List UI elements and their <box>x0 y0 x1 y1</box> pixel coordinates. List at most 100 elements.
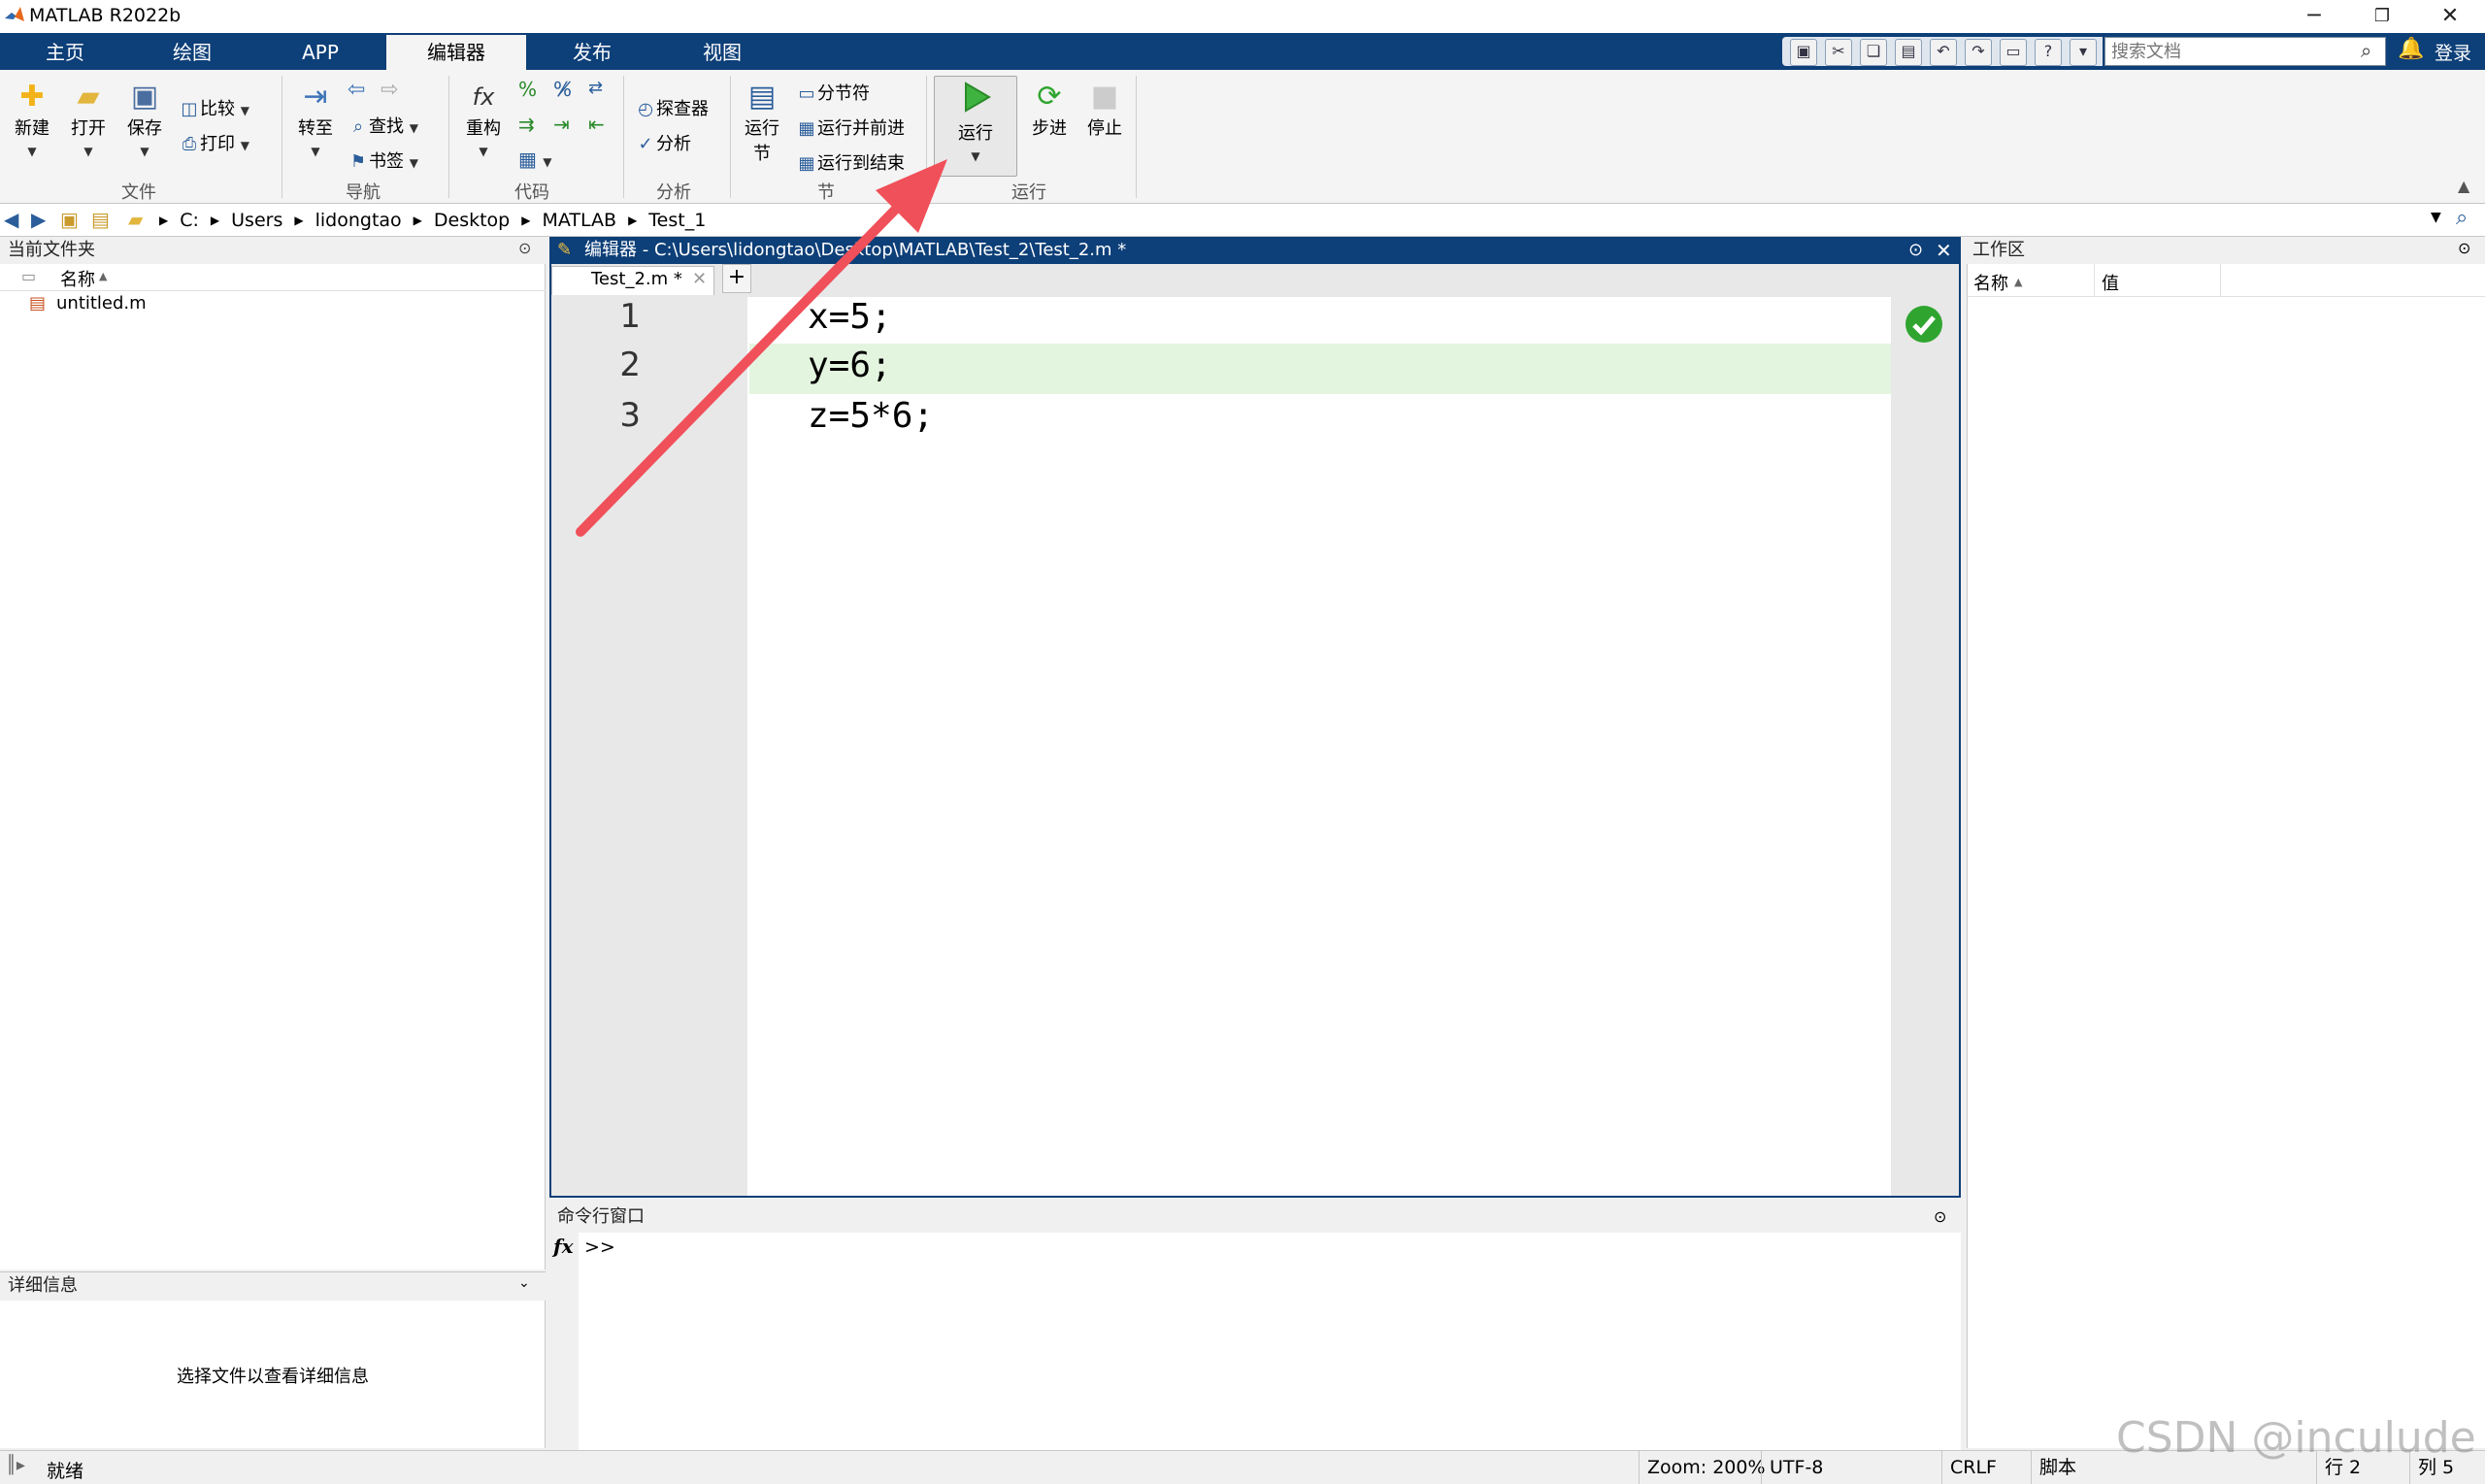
breadcrumb-drive[interactable]: C: <box>180 210 199 231</box>
step-button[interactable]: ⟳ 步进 <box>1023 80 1076 140</box>
redo-icon[interactable]: ↷ <box>1965 39 1992 66</box>
refactor-button[interactable]: fx 重构 ▼ <box>456 80 511 160</box>
watermark: CSDN @inculude <box>2116 1413 2476 1463</box>
panel-menu-icon[interactable]: ⊙ <box>518 239 531 257</box>
list-item[interactable]: ▤ untitled.m <box>0 291 546 318</box>
command-menu-icon[interactable]: ⊙ <box>1934 1207 1946 1226</box>
title-bar: MATLAB R2022b ─ ❐ ✕ <box>0 0 2485 33</box>
find-button[interactable]: ⌕ 查找 ▼ <box>348 113 418 138</box>
tab-plots[interactable]: 绘图 <box>136 33 248 70</box>
column-divider <box>2094 264 2095 297</box>
search-icon[interactable]: ⌕ <box>2361 39 2371 62</box>
restore-button[interactable]: ❐ <box>2353 0 2411 33</box>
forward-icon[interactable]: ▶ <box>31 208 46 231</box>
login-link[interactable]: 登录 <box>2435 39 2471 65</box>
command-window[interactable]: fx >> <box>549 1233 1961 1450</box>
undo-icon[interactable]: ↶ <box>1930 39 1957 66</box>
address-search-icon[interactable]: ⌕ <box>2456 206 2468 230</box>
bookmark-icon: ⚑ <box>349 151 367 172</box>
tab-apps[interactable]: APP <box>264 33 377 70</box>
options-icon[interactable]: ▾ <box>2070 39 2097 66</box>
command-window-header: 命令行窗口 <box>549 1204 1961 1233</box>
current-folder-header: 当前文件夹 <box>0 237 546 264</box>
run-play-icon <box>965 82 991 113</box>
address-bar: ◀ ▶ ▣ ▤ ▰ ▶ C: ▶ Users ▶ lidongtao ▶ Deskto… <box>0 204 2485 237</box>
message-bar <box>1891 297 1959 1196</box>
section-break-button[interactable]: ▭ 分节符 <box>796 80 870 105</box>
paste-icon[interactable]: ▤ <box>1895 39 1922 66</box>
new-plus-icon: ✚ <box>19 80 45 114</box>
printer-icon: ⎙ <box>182 134 197 154</box>
browse-folder-icon[interactable]: ▤ <box>91 208 110 231</box>
increase-indent-icon[interactable]: ⇥ <box>553 113 570 136</box>
workspace-column-header: 名称 ▲ 值 <box>1968 264 2485 297</box>
breadcrumb-desktop[interactable]: Desktop <box>434 210 510 231</box>
workspace-header: 工作区 <box>1965 237 2485 264</box>
help-icon[interactable]: ? <box>2035 39 2062 66</box>
magnifier-icon: ⌕ <box>352 116 364 137</box>
details-message: 选择文件以查看详细信息 <box>177 1367 369 1387</box>
wrap-comment-icon[interactable]: ⇄ <box>588 78 603 98</box>
close-button[interactable]: ✕ <box>2421 0 2479 33</box>
details-header: 详细信息 <box>0 1271 546 1301</box>
file-type-icon: ▭ <box>21 267 37 285</box>
breadcrumb-user[interactable]: lidongtao <box>315 210 402 231</box>
tab-home[interactable]: 主页 <box>14 33 116 70</box>
status-grip-icon[interactable]: ║▸ <box>6 1455 25 1475</box>
details-collapse-icon[interactable]: ⌄ <box>518 1275 530 1291</box>
folder-column-header[interactable]: ▭ 名称 ▲ <box>0 264 546 291</box>
indent-icon[interactable]: ⇉ <box>518 113 535 136</box>
notification-bell-icon[interactable]: 🔔 <box>2398 37 2424 61</box>
tab-view[interactable]: 视图 <box>664 33 780 70</box>
group-label-file: 文件 <box>121 182 156 203</box>
decrease-indent-icon[interactable]: ⇤ <box>588 113 605 136</box>
tab-editor[interactable]: 编辑器 <box>386 35 526 70</box>
editor-close-icon[interactable]: ✕ <box>1936 237 1952 264</box>
profiler-icon: ◴ <box>638 99 653 119</box>
column-name[interactable]: 名称 <box>1973 270 2008 295</box>
breadcrumb-users[interactable]: Users <box>231 210 282 231</box>
fx-icon[interactable]: fx <box>553 1235 574 1258</box>
cut-icon[interactable]: ✂ <box>1825 39 1852 66</box>
tab-publish[interactable]: 发布 <box>536 33 648 70</box>
run-and-advance-button[interactable]: ▦ 运行并前进 <box>796 115 905 140</box>
folder-icon: ▰ <box>128 208 144 231</box>
status-zoom: Zoom: 200% <box>1639 1451 1770 1484</box>
group-divider <box>448 76 449 198</box>
compare-button[interactable]: ◫ 比较 ▼ <box>179 95 248 120</box>
details-title: 详细信息 <box>8 1275 78 1296</box>
status-encoding: UTF-8 <box>1761 1451 1950 1484</box>
status-ready: 就绪 <box>47 1461 84 1482</box>
profiler-button[interactable]: ◴ 探查器 <box>635 95 709 120</box>
back-arrow-icon[interactable]: ⇦ <box>348 78 365 102</box>
workspace-title: 工作区 <box>1972 240 2025 260</box>
save-icon[interactable]: ▣ <box>1790 39 1817 66</box>
current-folder-list: ▭ 名称 ▲ ▤ untitled.m <box>0 264 546 1270</box>
forward-arrow-icon[interactable]: ⇨ <box>381 78 398 102</box>
up-folder-icon[interactable]: ▣ <box>60 208 79 231</box>
save-button[interactable]: ▣ 保存 ▼ <box>120 80 169 160</box>
uncomment-icon[interactable]: %̸ <box>553 78 572 101</box>
address-dropdown-icon[interactable]: ▼ <box>2431 210 2441 225</box>
current-folder-title: 当前文件夹 <box>8 240 95 260</box>
editor-menu-icon[interactable]: ⊙ <box>1908 237 1923 264</box>
goto-button[interactable]: ⇥ 转至 ▼ <box>291 80 340 160</box>
back-icon[interactable]: ◀ <box>4 208 18 231</box>
bookmark-button[interactable]: ⚑ 书签 ▼ <box>348 148 418 173</box>
column-name[interactable]: 名称 <box>60 266 95 291</box>
switch-windows-icon[interactable]: ▭ <box>2000 39 2027 66</box>
collapse-ribbon-icon[interactable]: ▲ <box>2458 177 2469 195</box>
stop-button[interactable]: ■ 停止 <box>1079 80 1130 140</box>
search-docs-input[interactable] <box>2104 37 2386 66</box>
insert-function-icon[interactable]: ▦ ▼ <box>518 148 552 171</box>
column-value[interactable]: 值 <box>2102 270 2119 295</box>
comment-icon[interactable]: % <box>518 78 537 101</box>
folder-open-icon: ▰ <box>77 80 100 114</box>
workspace-menu-icon[interactable]: ⊙ <box>2458 239 2470 257</box>
minimize-button[interactable]: ─ <box>2285 0 2343 33</box>
status-bar: ║▸ 就绪 Zoom: 200% UTF-8 CRLF 脚本 行 2 列 5 <box>0 1450 2485 1484</box>
open-button[interactable]: ▰ 打开 ▼ <box>64 80 113 160</box>
copy-icon[interactable]: ❏ <box>1860 39 1887 66</box>
print-button[interactable]: ⎙ 打印 ▼ <box>179 130 249 155</box>
new-button[interactable]: ✚ 新建 ▼ <box>8 80 56 160</box>
